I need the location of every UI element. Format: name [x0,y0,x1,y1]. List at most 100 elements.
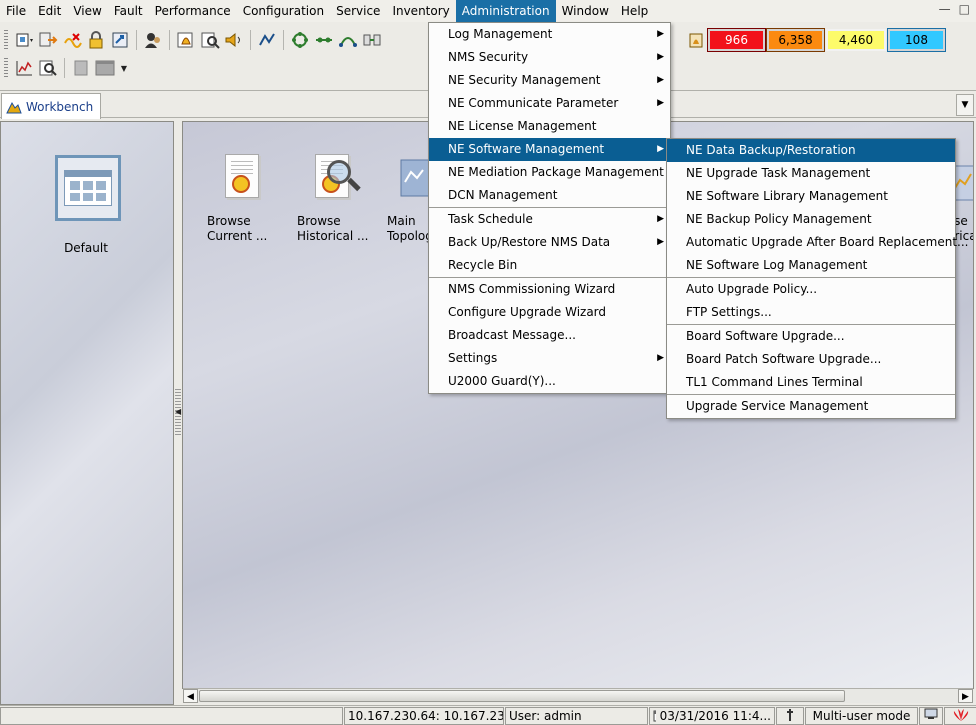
new-topology-icon[interactable] [13,29,35,51]
menu-item-back-up-restore-nms-data[interactable]: Back Up/Restore NMS Data ▶ [429,231,670,254]
trail-icon[interactable] [361,29,383,51]
toolbar-separator [136,30,137,50]
horizontal-scrollbar[interactable]: ◀ ▶ [183,688,973,703]
menu-item-label: NE Data Backup/Restoration [686,143,856,157]
main-topology-app[interactable]: Main Topolog [387,152,430,244]
warning-alarm-count[interactable]: 108 [887,28,946,52]
menu-service[interactable]: Service [330,0,386,22]
menu-item-configure-upgrade-wizard[interactable]: Configure Upgrade Wizard [429,301,670,324]
submenu-arrow-icon: ▶ [657,98,664,108]
alarm-panel-icon[interactable] [686,29,706,51]
toolbar-grip[interactable] [4,58,8,78]
menu-item-label: NE Security Management [448,73,601,87]
user-management-icon[interactable] [142,29,164,51]
performance-search-icon[interactable] [37,57,59,79]
toolbar-separator [250,30,251,50]
major-alarm-count[interactable]: 6,358 [766,28,825,52]
connection-icon[interactable] [337,29,359,51]
restore-icon[interactable]: □ [959,2,970,16]
menu-item-ne-software-management[interactable]: NE Software Management ▶ [429,138,670,161]
menu-item-ne-mediation-package-management[interactable]: NE Mediation Package Management [429,161,670,184]
service-path-icon[interactable] [313,29,335,51]
menu-item-ne-license-management[interactable]: NE License Management [429,115,670,138]
menu-item-broadcast-message[interactable]: Broadcast Message... [429,324,670,347]
menu-item-ne-software-log-management[interactable]: NE Software Log Management [667,254,955,277]
menu-item-ne-backup-policy-management[interactable]: NE Backup Policy Management [667,208,955,231]
menu-item-recycle-bin[interactable]: Recycle Bin [429,254,670,277]
menu-item-ne-software-library-management[interactable]: NE Software Library Management [667,185,955,208]
link-ne-icon[interactable] [37,29,59,51]
critical-alarm-count[interactable]: 966 [707,28,766,52]
alarm-sound-icon[interactable] [223,29,245,51]
collapse-left-icon[interactable]: ◀ [175,407,181,416]
chevron-down-icon[interactable]: ▼ [118,57,130,79]
tab-list-dropdown[interactable]: ▼ [956,94,974,116]
browse-historical-alarm-app[interactable]: Browse Historical ... [297,152,377,244]
menu-item-dcn-management[interactable]: DCN Management [429,184,670,207]
menu-item-nms-commissioning-wizard[interactable]: NMS Commissioning Wizard [429,278,670,301]
switch-user-icon[interactable] [109,29,131,51]
tab-label: Workbench [26,99,94,114]
default-workbench-tile[interactable] [55,155,121,221]
datetime-cell: 03/31/2016 11:4... [649,707,775,725]
minimize-icon[interactable]: — [939,2,951,16]
menu-item-log-management[interactable]: Log Management ▶ [429,23,670,46]
menu-item-label: Board Patch Software Upgrade... [686,352,882,366]
current-alarm-icon[interactable] [175,29,197,51]
menu-window[interactable]: Window [556,0,615,22]
menu-item-label: Back Up/Restore NMS Data [448,235,611,249]
menu-help[interactable]: Help [615,0,654,22]
menu-item-board-software-upgrade[interactable]: Board Software Upgrade... [667,325,955,348]
network-topology-icon[interactable] [289,29,311,51]
menu-item-label: NMS Commissioning Wizard [448,282,616,296]
menu-inventory[interactable]: Inventory [386,0,455,22]
menu-bar: File Edit View Fault Performance Configu… [0,0,976,22]
menu-item-ne-upgrade-task-management[interactable]: NE Upgrade Task Management [667,162,955,185]
toolbar-grip[interactable] [4,30,8,50]
scroll-left-icon[interactable]: ◀ [183,689,198,703]
tab-workbench[interactable]: Workbench [1,93,101,119]
menu-item-automatic-upgrade-after-board-replacement[interactable]: Automatic Upgrade After Board Replacemen… [667,231,968,254]
minor-alarm-count[interactable]: 4,460 [826,29,886,51]
alarm-search-icon[interactable] [199,29,221,51]
current-user: User: admin [505,707,648,725]
menu-item-u2000-guard-y[interactable]: U2000 Guard(Y)... [429,370,670,393]
menu-item-auto-upgrade-policy[interactable]: Auto Upgrade Policy... [667,278,955,301]
scrollbar-thumb[interactable] [199,690,845,702]
scroll-right-icon[interactable]: ▶ [958,689,973,703]
menu-file[interactable]: File [0,0,32,22]
menu-item-label: NE Upgrade Task Management [686,166,871,180]
menu-item-settings[interactable]: Settings ▶ [429,347,670,370]
menu-configuration[interactable]: Configuration [237,0,330,22]
menu-view[interactable]: View [67,0,107,22]
menu-item-label: U2000 Guard(Y)... [448,374,556,388]
browse-current-alarm-app[interactable]: Browse Current ... [207,152,287,244]
route-icon[interactable] [256,29,278,51]
menu-item-ne-data-backup-restoration[interactable]: NE Data Backup/Restoration [667,139,955,162]
monitor-icon[interactable] [919,707,943,725]
menu-item-nms-security[interactable]: NMS Security ▶ [429,46,670,69]
menu-edit[interactable]: Edit [32,0,67,22]
menu-item-upgrade-service-management[interactable]: Upgrade Service Management [667,395,955,418]
menu-performance[interactable]: Performance [149,0,237,22]
workbench-sidebar: Default [0,121,174,705]
menu-item-label: DCN Management [448,188,558,202]
menu-item-task-schedule[interactable]: Task Schedule ▶ [429,208,670,231]
menu-item-board-patch-software-upgrade[interactable]: Board Patch Software Upgrade... [667,348,955,371]
menu-item-label: NE Software Library Management [686,189,888,203]
menu-item-label: Configure Upgrade Wizard [448,305,607,319]
menu-item-ne-security-management[interactable]: NE Security Management ▶ [429,69,670,92]
menu-fault[interactable]: Fault [108,0,149,22]
delete-link-icon[interactable] [61,29,83,51]
menu-administration[interactable]: Administration [455,0,556,22]
menu-item-tl1-command-lines-terminal[interactable]: TL1 Command Lines Terminal [667,371,955,394]
historical-alarm-search-icon [309,152,361,208]
submenu-arrow-icon: ▶ [657,29,664,39]
lock-icon[interactable] [85,29,107,51]
menu-item-label: Board Software Upgrade... [686,329,845,343]
menu-item-ne-communicate-parameter[interactable]: NE Communicate Parameter ▶ [429,92,670,115]
ne-software-management-submenu: NE Data Backup/Restoration NE Upgrade Tas… [666,138,968,419]
menu-item-ftp-settings[interactable]: FTP Settings... [667,301,955,324]
performance-chart-icon[interactable] [13,57,35,79]
disabled-document-icon [70,57,92,79]
